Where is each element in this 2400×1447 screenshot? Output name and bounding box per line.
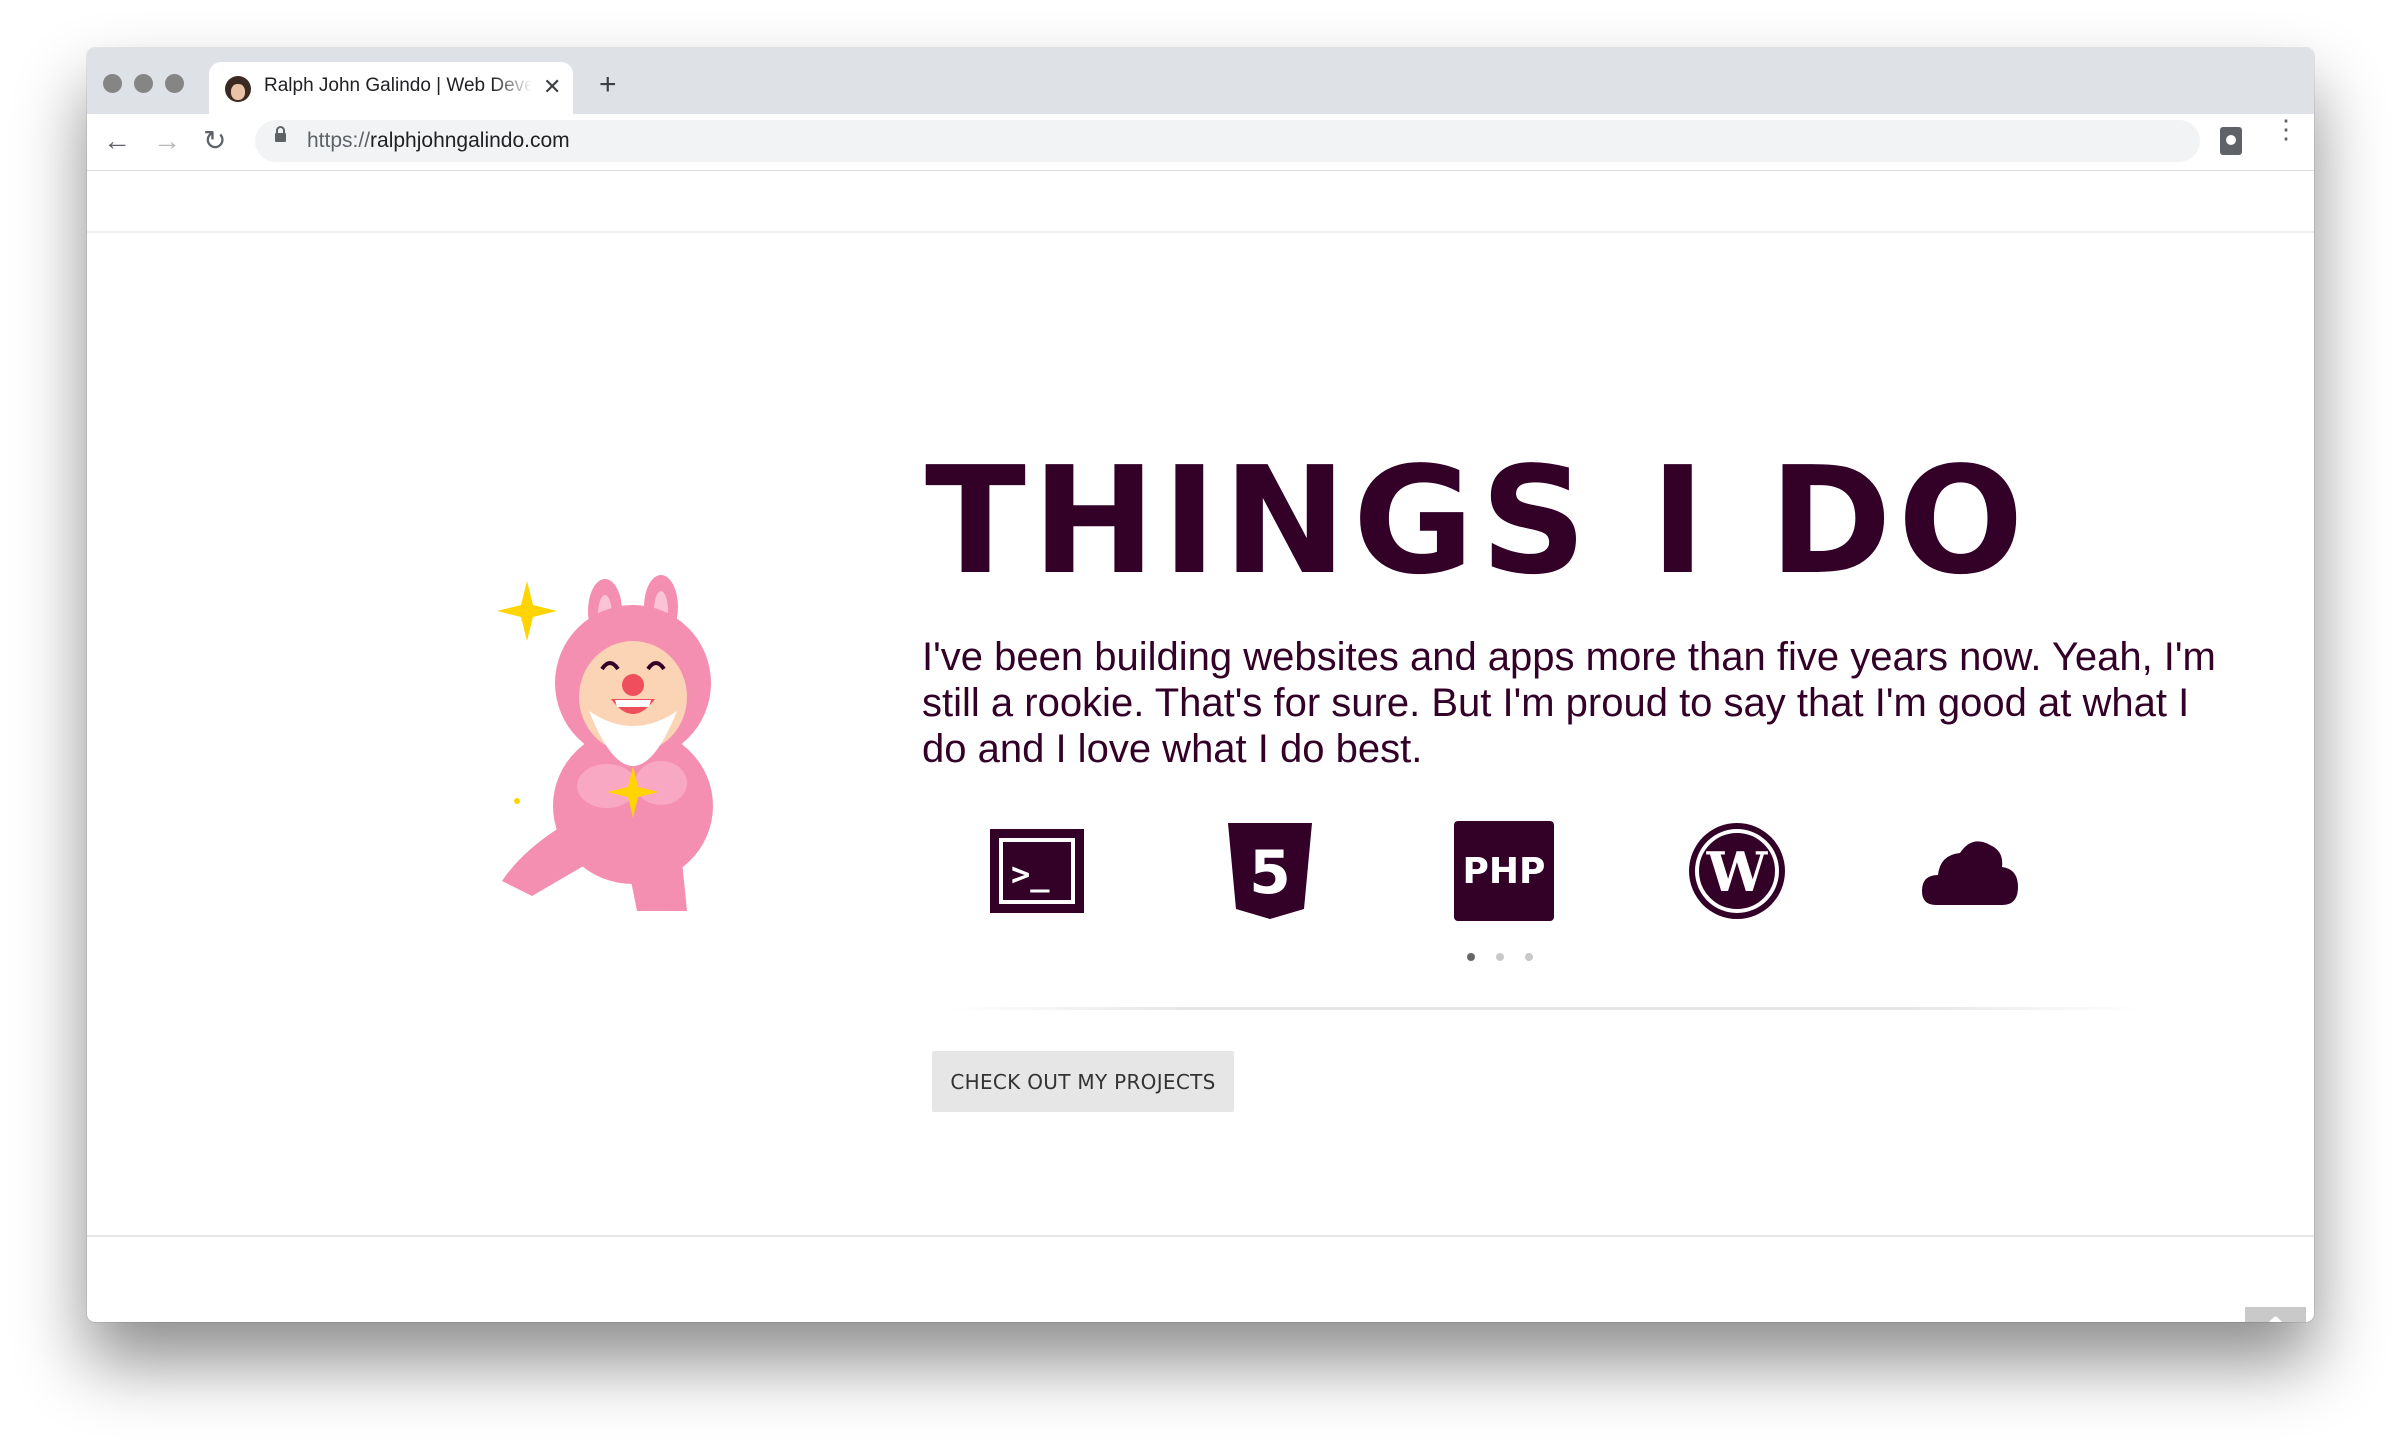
tab-close-icon[interactable]: ✕ [543, 74, 561, 100]
intro-paragraph: I've been building websites and apps mor… [922, 635, 2216, 771]
header-divider [87, 231, 2314, 233]
pink-bunny-mascot [497, 575, 713, 911]
url-host: ralphjohngalindo.com [370, 129, 570, 152]
lock-icon[interactable] [275, 126, 286, 142]
php-icon[interactable]: PHP [1454, 821, 1554, 921]
page-viewport: THINGS I DO I've been building websites … [87, 171, 2314, 1322]
back-button[interactable]: ← [103, 124, 131, 158]
wordpress-label: W [1706, 840, 1769, 904]
html5-icon[interactable]: 5 [1220, 821, 1320, 921]
terminal-icon[interactable]: >_ [987, 821, 1087, 921]
minimize-window-button[interactable] [134, 74, 153, 93]
carousel-dot-3[interactable] [1525, 953, 1533, 961]
html5-label: 5 [1249, 838, 1291, 908]
close-window-button[interactable] [103, 74, 122, 93]
browser-toolbar: ← → ↻ https://ralphjohngalindo.com ⋮ [87, 114, 2314, 171]
maximize-window-button[interactable] [165, 74, 184, 93]
address-bar[interactable]: https://ralphjohngalindo.com [255, 120, 2200, 162]
url-text[interactable]: https://ralphjohngalindo.com [307, 129, 570, 153]
check-out-projects-button[interactable]: CHECK OUT MY PROJECTS [932, 1051, 1234, 1112]
tab-strip: Ralph John Galindo | Web Developer ✕ + [87, 48, 2314, 114]
carousel-dot-2[interactable] [1496, 953, 1504, 961]
cloud-icon[interactable] [1920, 821, 2020, 921]
reload-button[interactable]: ↻ [203, 124, 226, 158]
tab-title: Ralph John Galindo | Web Developer [264, 75, 532, 96]
kebab-menu-icon: ⋮ [2273, 114, 2299, 144]
sparkle-icon [497, 581, 557, 641]
browser-tab[interactable]: Ralph John Galindo | Web Developer ✕ [209, 62, 573, 114]
browser-window: Ralph John Galindo | Web Developer ✕ + ←… [87, 48, 2314, 1322]
new-tab-button[interactable]: + [599, 70, 617, 100]
forward-button[interactable]: → [153, 124, 181, 158]
section-divider [947, 1007, 2147, 1010]
sparkle-dot [514, 798, 520, 804]
page-title: THINGS I DO [925, 435, 2030, 607]
scroll-to-top-button[interactable] [2245, 1307, 2306, 1322]
php-label: PHP [1463, 851, 1546, 892]
browser-menu-button[interactable]: ⋮ [2273, 116, 2299, 158]
clipboard-extension-icon[interactable] [2220, 127, 2242, 155]
wordpress-icon[interactable]: W [1687, 821, 1787, 921]
carousel-dot-1[interactable] [1467, 953, 1475, 961]
terminal-prompt-text: >_ [1011, 855, 1050, 893]
favicon-avatar-icon [225, 76, 251, 102]
url-scheme: https:// [307, 129, 371, 152]
footer-divider [87, 1235, 2314, 1237]
